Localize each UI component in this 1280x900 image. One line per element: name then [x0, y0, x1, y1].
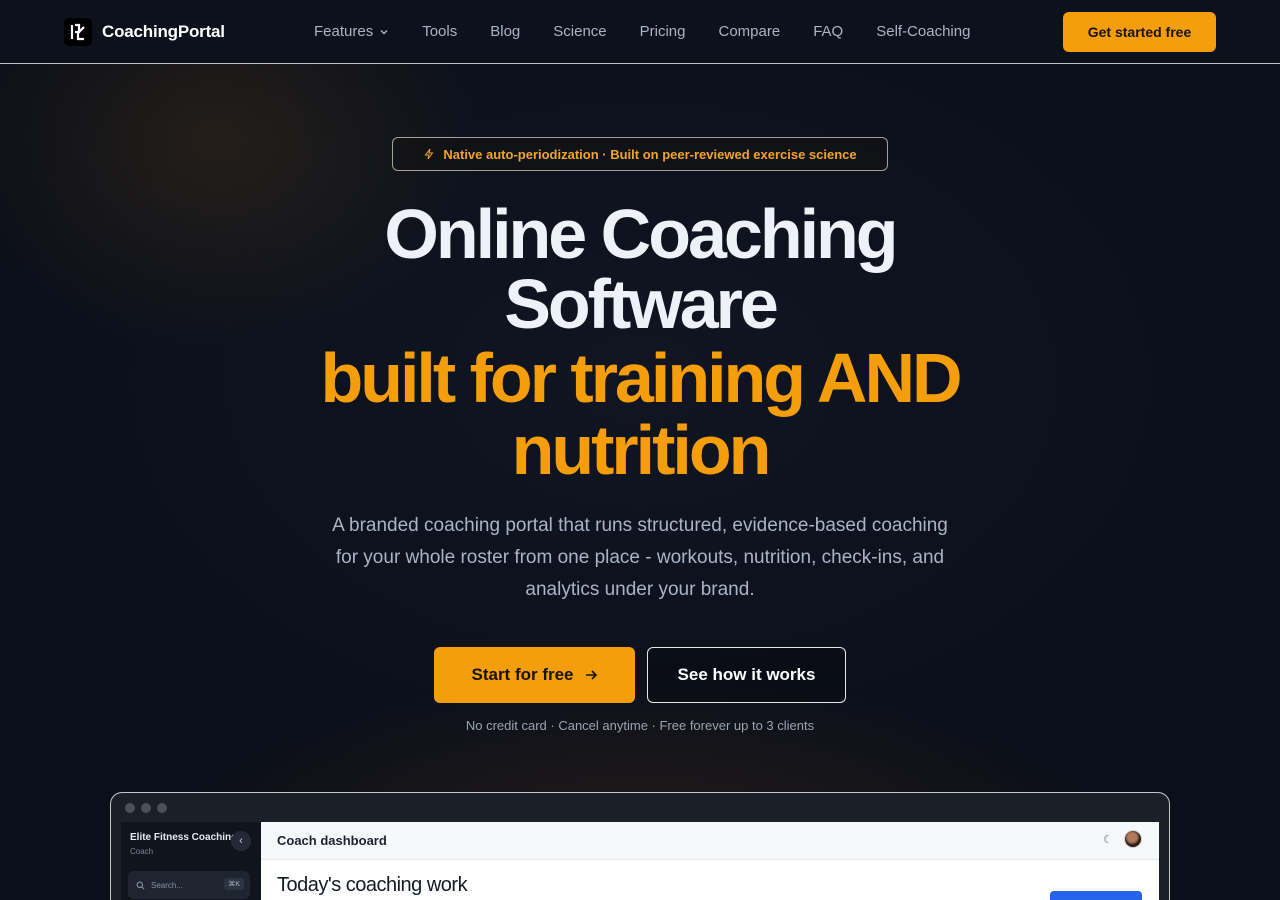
hero-subtitle: A branded coaching portal that runs stru…	[332, 515, 948, 600]
nav-links: Features Tools Blog Science Pricing Comp…	[314, 23, 1003, 40]
see-how-it-works-button[interactable]: See how it works	[647, 647, 846, 703]
preview-org-name: Elite Fitness Coaching	[130, 832, 238, 843]
preview-page-heading: Today's coaching work	[277, 874, 468, 896]
preview-action-button	[1050, 891, 1142, 900]
preview-search: Search... ⌘K	[128, 871, 250, 899]
start-for-free-button[interactable]: Start for free	[434, 647, 635, 703]
start-for-free-label: Start for free	[471, 665, 574, 684]
arrow-right-icon	[585, 670, 597, 680]
hero-title-line-4: nutrition	[511, 411, 772, 489]
brand-name: CoachingPortal	[102, 22, 225, 41]
moon-icon: ☾	[1103, 834, 1113, 846]
hero-fineprint: No credit card · Cancel anytime · Free f…	[465, 718, 815, 733]
preview-search-shortcut: ⌘K	[224, 878, 244, 890]
preview-role: Coach	[130, 847, 154, 856]
nav-link-pricing[interactable]: Pricing	[640, 23, 686, 40]
nav-link-faq[interactable]: FAQ	[813, 23, 843, 40]
hero-title-line-2: Software	[504, 265, 779, 343]
app-preview-window: Elite Fitness Coaching Coach ‹ Search...…	[110, 792, 1170, 900]
nav-link-self-coaching[interactable]: Self-Coaching	[876, 23, 970, 40]
hero-badge: Native auto-periodization · Built on pee…	[392, 137, 888, 171]
avatar	[1124, 830, 1142, 848]
preview-sidebar: Elite Fitness Coaching Coach ‹ Search...…	[121, 822, 261, 900]
search-icon	[136, 881, 145, 889]
nav-link-tools[interactable]: Tools	[422, 23, 457, 40]
nav-link-label: Features	[314, 23, 374, 40]
window-dot	[157, 803, 167, 813]
get-started-button[interactable]: Get started free	[1063, 12, 1216, 52]
brand[interactable]: CoachingPortal	[64, 18, 225, 46]
top-navigation: CoachingPortal Features Tools Blog Scien…	[0, 0, 1280, 64]
nav-link-compare[interactable]: Compare	[719, 23, 781, 40]
window-controls	[125, 803, 167, 813]
hero-badge-text: Native auto-periodization · Built on pee…	[443, 146, 857, 162]
hero-title-line-1: Online Coaching	[384, 195, 898, 273]
nav-link-features[interactable]: Features	[314, 23, 389, 40]
chevron-down-icon	[380, 29, 388, 35]
preview-header: Coach dashboard ☾	[261, 822, 1159, 860]
chevron-left-icon: ‹	[231, 831, 251, 851]
preview-header-title: Coach dashboard	[277, 833, 387, 848]
window-dot	[141, 803, 151, 813]
lightning-icon	[424, 148, 434, 160]
nav-link-blog[interactable]: Blog	[490, 23, 520, 40]
brand-logo-icon	[64, 18, 92, 46]
nav-link-science[interactable]: Science	[553, 23, 606, 40]
preview-main: Coach dashboard ☾ Today's coaching work	[261, 822, 1159, 900]
preview-search-placeholder: Search...	[151, 880, 184, 890]
hero-title-line-3: built for training AND	[320, 339, 962, 417]
window-dot	[125, 803, 135, 813]
